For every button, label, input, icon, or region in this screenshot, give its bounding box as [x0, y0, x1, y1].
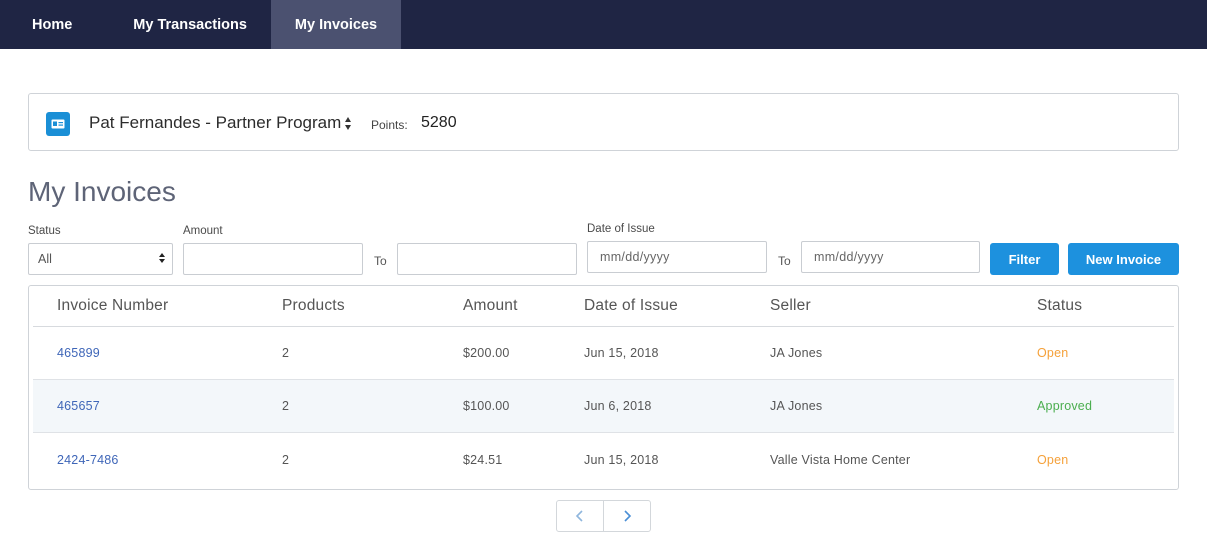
- date-to-input[interactable]: mm/dd/yyyy: [801, 241, 980, 273]
- products-cell: 2: [282, 452, 290, 467]
- status-filter-label: Status: [28, 225, 61, 237]
- amount-to-label: To: [374, 254, 387, 268]
- date-cell: Jun 15, 2018: [584, 452, 659, 467]
- nav-item-label: My Invoices: [294, 16, 378, 33]
- next-page-button[interactable]: [604, 501, 651, 531]
- invoice-number-link[interactable]: 465657: [57, 399, 100, 413]
- column-header-invoice-number[interactable]: Invoice Number: [57, 297, 168, 315]
- status-badge: Open: [1037, 346, 1069, 360]
- nav-item-label: My Transactions: [133, 16, 247, 33]
- select-arrows-icon: [159, 253, 165, 263]
- prev-page-button[interactable]: [557, 501, 604, 531]
- invoices-table: Invoice Number Products Amount Date of I…: [28, 285, 1179, 490]
- invoice-number-link[interactable]: 2424-7486: [57, 453, 119, 467]
- new-invoice-button[interactable]: New Invoice: [1068, 243, 1179, 275]
- column-header-seller[interactable]: Seller: [770, 297, 811, 315]
- amount-cell: $24.51: [463, 452, 503, 467]
- chevron-right-icon: [624, 510, 631, 522]
- caret-up-icon: [345, 116, 351, 122]
- account-switch-toggle[interactable]: [342, 112, 354, 134]
- status-badge: Open: [1037, 452, 1069, 467]
- seller-cell: Valle Vista Home Center: [770, 452, 911, 467]
- nav-item-my-transactions[interactable]: My Transactions: [99, 0, 271, 49]
- amount-cell: $100.00: [463, 399, 510, 413]
- date-filter-label: Date of Issue: [587, 223, 655, 235]
- top-nav: Home My Transactions My Invoices: [0, 0, 1207, 49]
- date-cell: Jun 15, 2018: [584, 346, 659, 360]
- products-cell: 2: [282, 399, 290, 413]
- status-badge: Approved: [1037, 399, 1093, 413]
- pagination: [556, 500, 651, 532]
- nav-item-home[interactable]: Home: [0, 0, 99, 49]
- invoice-number-link[interactable]: 465899: [57, 346, 100, 360]
- table-header: Invoice Number Products Amount Date of I…: [33, 286, 1174, 327]
- account-name: Pat Fernandes - Partner Program: [89, 113, 342, 132]
- contact-card-icon: [46, 112, 70, 136]
- caret-down-icon: [345, 124, 351, 130]
- status-select[interactable]: All: [28, 243, 173, 275]
- column-header-date-of-issue[interactable]: Date of Issue: [584, 297, 678, 315]
- amount-to-input[interactable]: [397, 243, 577, 275]
- column-header-status[interactable]: Status: [1037, 297, 1082, 315]
- filter-button-label: Filter: [1008, 251, 1041, 267]
- date-cell: Jun 6, 2018: [584, 399, 652, 413]
- amount-filter-label: Amount: [183, 225, 223, 237]
- column-header-products[interactable]: Products: [282, 297, 345, 315]
- status-select-value: All: [38, 252, 52, 266]
- date-from-input[interactable]: mm/dd/yyyy: [587, 241, 767, 273]
- amount-cell: $200.00: [463, 346, 510, 360]
- table-row[interactable]: 465657 2 $100.00 Jun 6, 2018 JA Jones Ap…: [33, 380, 1174, 433]
- date-to-label: To: [778, 254, 791, 268]
- nav-item-label: Home: [32, 16, 73, 33]
- column-header-amount[interactable]: Amount: [463, 297, 518, 315]
- table-row[interactable]: 2424-7486 2 $24.51 Jun 15, 2018 Valle Vi…: [33, 433, 1174, 486]
- account-card: Pat Fernandes - Partner Program Points: …: [28, 93, 1179, 151]
- page-title: My Invoices: [28, 176, 176, 207]
- table-row[interactable]: 465899 2 $200.00 Jun 15, 2018 JA Jones O…: [33, 327, 1174, 380]
- seller-cell: JA Jones: [770, 346, 823, 360]
- points-label: Points:: [371, 118, 408, 132]
- points-value: 5280: [421, 114, 457, 131]
- new-invoice-button-label: New Invoice: [1085, 251, 1162, 267]
- amount-from-input[interactable]: [183, 243, 363, 275]
- filter-button[interactable]: Filter: [990, 243, 1059, 275]
- date-from-placeholder: mm/dd/yyyy: [600, 250, 670, 264]
- nav-item-my-invoices[interactable]: My Invoices: [270, 0, 402, 49]
- date-to-placeholder: mm/dd/yyyy: [814, 250, 884, 264]
- products-cell: 2: [282, 346, 290, 360]
- seller-cell: JA Jones: [770, 399, 823, 413]
- chevron-left-icon: [575, 510, 583, 522]
